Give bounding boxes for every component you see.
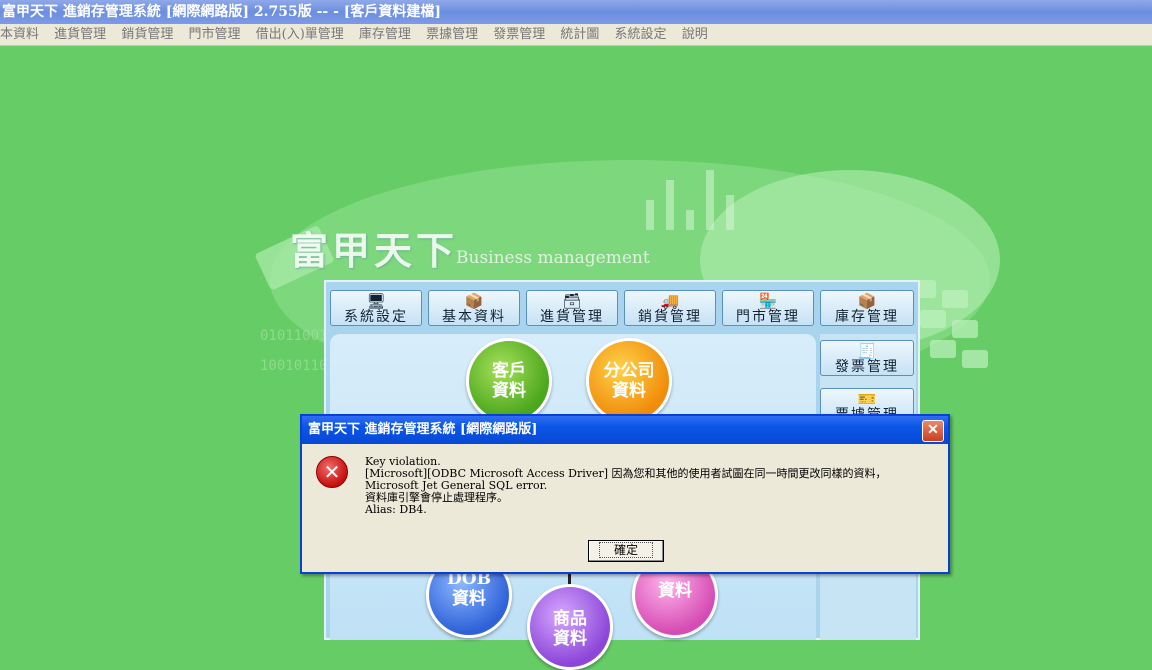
ticket-icon: 🎫 xyxy=(857,390,877,408)
nav-button-basic[interactable]: 📦 基本資料 xyxy=(428,290,520,326)
invoice-icon: 🧾 xyxy=(857,342,877,360)
nav-button-purchase[interactable]: 🗃 進貨管理 xyxy=(526,290,618,326)
store-icon: 🏪 xyxy=(758,292,778,310)
boxes-icon: 🗃 xyxy=(562,292,582,310)
menu-item-inventory[interactable]: 庫存管理 xyxy=(359,27,411,42)
nav-button-label: 基本資料 xyxy=(442,309,506,325)
truck-icon: 🚚 xyxy=(660,292,680,310)
nav-button-label: 門市管理 xyxy=(736,309,800,325)
menu-item-purchase[interactable]: 進貨管理 xyxy=(54,27,106,42)
nav-button-label: 銷貨管理 xyxy=(638,309,702,325)
nav-button-store[interactable]: 🏪 門市管理 xyxy=(722,290,814,326)
error-dialog: 富甲天下 進銷存管理系統 [網際網路版] ✕ ✕ Key violation. … xyxy=(300,414,950,574)
error-line-3: 資料庫引擎會停止處理程序。 xyxy=(365,491,508,504)
menu-item-store[interactable]: 門市管理 xyxy=(188,27,240,42)
nav-button-label: 庫存管理 xyxy=(835,309,899,325)
nav-button-label: 系統設定 xyxy=(344,309,408,325)
computer-icon: 🖥 xyxy=(366,292,386,310)
close-icon[interactable]: ✕ xyxy=(922,420,944,442)
brand-logo-text: 富甲天下 xyxy=(290,228,459,273)
menu-item-settings[interactable]: 系統設定 xyxy=(615,27,667,42)
error-line-2: [Microsoft][ODBC Microsoft Access Driver… xyxy=(365,467,887,492)
brand-tagline: Business management xyxy=(456,248,650,268)
nav-button-invoice[interactable]: 🧾 發票管理 xyxy=(820,340,914,376)
error-message: Key violation. [Microsoft][ODBC Microsof… xyxy=(365,456,943,516)
box-icon: 📦 xyxy=(464,292,484,310)
flow-node-customer[interactable]: 客戶 資料 xyxy=(466,338,552,424)
menu-item-sales[interactable]: 銷貨管理 xyxy=(121,27,173,42)
menu-item-invoice[interactable]: 發票管理 xyxy=(493,27,545,42)
nav-button-sales[interactable]: 🚚 銷貨管理 xyxy=(624,290,716,326)
crates-icon: 📦 xyxy=(857,292,877,310)
nav-button-label: 發票管理 xyxy=(835,359,899,375)
menu-item-help[interactable]: 說明 xyxy=(682,27,708,42)
window-title: 富甲天下 進銷存管理系統 [網際網路版] 2.755版 -- - [客戶資料建檔… xyxy=(2,4,442,20)
flow-node-branch[interactable]: 分公司 資料 xyxy=(586,338,672,424)
dialog-title: 富甲天下 進銷存管理系統 [網際網路版] xyxy=(308,422,538,437)
flow-node-product[interactable]: 商品 資料 xyxy=(527,584,613,670)
menu-item-basic[interactable]: 本資料 xyxy=(0,27,39,42)
ok-button[interactable]: 確定 xyxy=(588,540,664,562)
nav-button-label: 進貨管理 xyxy=(540,309,604,325)
error-line-4: Alias: DB4. xyxy=(365,503,427,516)
window-titlebar: 富甲天下 進銷存管理系統 [網際網路版] 2.755版 -- - [客戶資料建檔… xyxy=(0,0,1152,24)
menu-item-bills[interactable]: 票據管理 xyxy=(426,27,478,42)
nav-button-system[interactable]: 🖥 系統設定 xyxy=(330,290,422,326)
menu-item-lend[interactable]: 借出(入)單管理 xyxy=(256,27,344,42)
menu-item-charts[interactable]: 統計圖 xyxy=(560,27,599,42)
menubar: 本資料 進貨管理 銷貨管理 門市管理 借出(入)單管理 庫存管理 票據管理 發票… xyxy=(0,24,1152,46)
error-icon: ✕ xyxy=(316,456,348,488)
dialog-titlebar: 富甲天下 進銷存管理系統 [網際網路版] ✕ xyxy=(302,416,948,444)
nav-button-inventory[interactable]: 📦 庫存管理 xyxy=(820,290,914,326)
ok-button-label: 確定 xyxy=(598,542,653,558)
